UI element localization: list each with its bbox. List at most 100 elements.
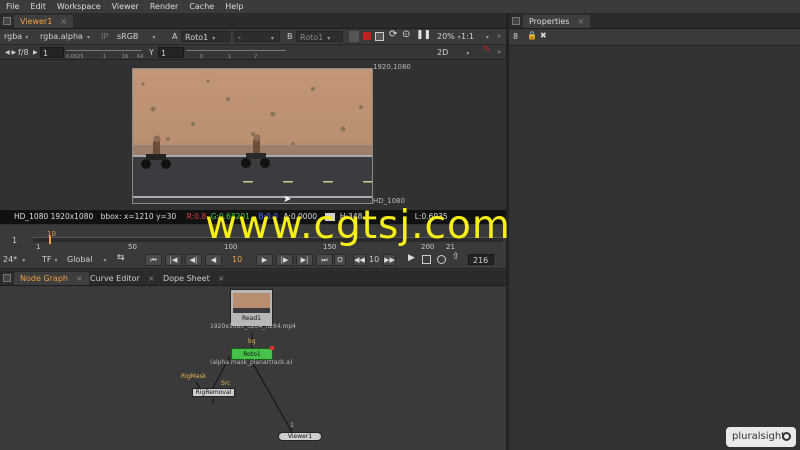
current-frame-field[interactable]: 10 (232, 254, 242, 265)
loop-button[interactable]: O (334, 254, 346, 266)
colorspace-select[interactable]: sRGB ▾ (117, 31, 155, 42)
close-icon[interactable]: × (148, 274, 155, 283)
zoom-select[interactable]: 20% ▾ (437, 31, 461, 42)
ratio-select[interactable]: 1:1 ▾ (461, 31, 489, 42)
menu-render[interactable]: Render (150, 2, 178, 11)
step-back-button[interactable]: ◀| (185, 254, 202, 266)
chevron-down-icon: ▾ (86, 34, 90, 41)
refresh-icon[interactable]: ⟳ (389, 29, 397, 40)
node-graph-canvas[interactable]: Read1 1920x1080_0264_h264.mp4 bg Roto1 (… (0, 286, 506, 450)
timecode-select[interactable]: TF ▾ (42, 254, 58, 265)
menu-help[interactable]: Help (225, 2, 243, 11)
chevron-down-icon: ▾ (485, 34, 489, 41)
timeline-tick-50: 50 (128, 243, 137, 251)
toolbar-overflow-icon[interactable]: » (497, 31, 501, 42)
record-icon[interactable] (363, 32, 371, 40)
pane-menu-button[interactable] (3, 274, 11, 282)
b-input-select[interactable]: Roto1 ▾ (296, 31, 343, 42)
close-icon[interactable]: × (76, 274, 83, 283)
gamma-slider[interactable] (186, 50, 286, 51)
fps-value: 24* (3, 255, 18, 264)
pane-menu-button[interactable] (3, 17, 11, 25)
src-input-label: Src (221, 380, 231, 387)
end-frame-field[interactable]: 216 (468, 254, 494, 265)
timeline-tick-1: 1 (36, 243, 41, 251)
properties-toolbar: 8 🔒 ✖ (509, 29, 800, 46)
flipbook-icon[interactable]: ▶ (408, 253, 415, 264)
last-frame-button[interactable]: ⏭ (316, 254, 333, 266)
ip-icon[interactable]: ⊙ (402, 29, 410, 40)
record-icon[interactable] (437, 255, 446, 264)
range-scope-value: Global (67, 255, 93, 264)
input-process-toggle[interactable]: IP (101, 31, 108, 42)
info-red: R:0.8 (186, 212, 207, 221)
pause-icon[interactable]: ❚❚ (416, 30, 431, 41)
toolbar-overflow-icon[interactable]: » (497, 47, 501, 58)
next-keyframe-button[interactable]: ▶| (296, 254, 313, 266)
no-draw-icon[interactable]: ✎ (483, 45, 491, 56)
viewer-node[interactable]: Viewer1 (278, 432, 322, 441)
node-flag-icon (270, 346, 274, 350)
tab-properties[interactable]: Properties × (523, 15, 591, 28)
max-panels-field[interactable]: 8 (513, 32, 518, 41)
chevron-down-icon: ▾ (103, 257, 107, 264)
menu-workspace[interactable]: Workspace (57, 2, 101, 11)
view-mode-select[interactable]: 2D ▾ (437, 47, 469, 58)
viewer-frame-image (132, 68, 373, 204)
read-node[interactable]: Read1 (230, 289, 273, 327)
tab-viewer1-label: Viewer1 (20, 17, 53, 26)
viewer-node-label: Viewer1 (287, 433, 313, 440)
fps-select[interactable]: 24* ▾ (3, 254, 25, 265)
render-icon[interactable] (422, 255, 431, 264)
play-forward-button[interactable]: ▶ (256, 254, 273, 266)
ratio-value: 1:1 (461, 32, 474, 41)
alpha-channel-select[interactable]: rgba.alpha ▾ (40, 31, 90, 42)
fstop-label: f/8 (18, 48, 29, 57)
tab-node-graph[interactable]: Node Graph × (14, 272, 89, 285)
playhead[interactable] (49, 236, 51, 244)
close-icon[interactable]: × (218, 274, 225, 283)
gain-slider[interactable] (66, 50, 142, 51)
step-forward-button[interactable]: |▶ (276, 254, 293, 266)
increment-field[interactable]: 10 (369, 254, 379, 265)
play-backward-button[interactable]: ◀ (205, 254, 222, 266)
region-of-interest-icon[interactable] (375, 32, 384, 41)
menu-edit[interactable]: Edit (30, 2, 46, 11)
gain-arrows-icon[interactable]: ▶ (33, 47, 38, 58)
first-frame-button[interactable]: ⏮ (145, 254, 162, 266)
properties-tab-bar: Properties × (509, 13, 800, 29)
pane-menu-button[interactable] (512, 17, 520, 25)
watermark-text: www.cgtsj.com (205, 203, 511, 248)
menu-cache[interactable]: Cache (189, 2, 214, 11)
roto-node-subtitle: (alpha mask_planartrack.a) (210, 359, 293, 366)
viewer-tab-bar: Viewer1 × (0, 13, 506, 29)
gamma-label: Y (149, 48, 154, 57)
gamma-field[interactable]: 1 (158, 47, 184, 58)
range-lock-icon[interactable]: ⇆ (117, 253, 125, 264)
proxy-button[interactable] (349, 31, 359, 42)
tab-dope-sheet[interactable]: Dope Sheet × (157, 272, 230, 285)
gain-arrows-icon[interactable]: ◀ ▶ (5, 47, 16, 58)
a-input-select[interactable]: Roto1 ▾ (181, 31, 230, 42)
compare-mode-select[interactable]: - ▾ (234, 31, 280, 42)
clear-panels-icon[interactable]: ✖ (540, 31, 547, 40)
channels-select[interactable]: rgba ▾ (4, 31, 28, 42)
menu-file[interactable]: File (6, 2, 19, 11)
rigmask-input-label: RigMask (181, 373, 207, 380)
export-icon[interactable]: ⇧ (452, 252, 460, 263)
tab-viewer1[interactable]: Viewer1 × (14, 15, 73, 28)
previous-keyframe-button[interactable]: |◀ (165, 254, 182, 266)
gain-field[interactable]: 1 (40, 47, 64, 58)
lock-icon[interactable]: 🔒 (527, 31, 537, 40)
close-icon[interactable]: × (60, 17, 67, 26)
rigremoval-node[interactable]: RigRemoval (192, 388, 235, 397)
desert-road-image (133, 69, 372, 203)
range-scope-select[interactable]: Global ▾ (67, 254, 107, 265)
menu-viewer[interactable]: Viewer (112, 2, 139, 11)
skip-forward-button[interactable]: ▶▶ (383, 254, 396, 266)
tab-curve-editor[interactable]: Curve Editor × (84, 272, 161, 285)
skip-back-button[interactable]: ◀◀ (353, 254, 366, 266)
close-icon[interactable]: × (577, 17, 584, 26)
alpha-channel-value: rgba.alpha (40, 32, 83, 41)
chevron-down-icon: ▾ (152, 34, 156, 41)
